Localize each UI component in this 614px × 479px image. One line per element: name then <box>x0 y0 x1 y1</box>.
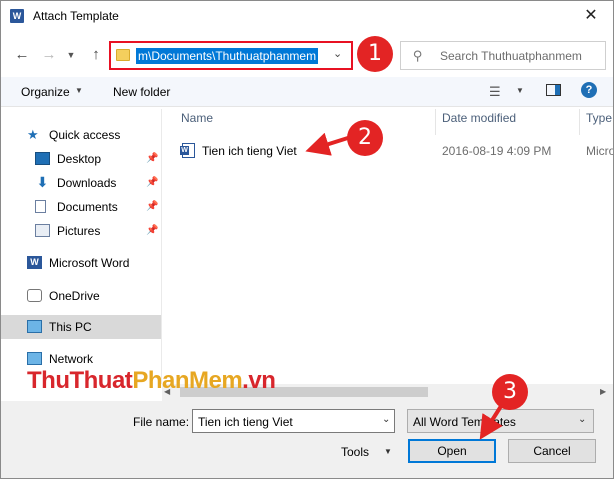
search-placeholder[interactable]: Search Thuthuatphanmem <box>440 49 582 63</box>
column-header-type[interactable]: Type <box>586 111 612 133</box>
open-button[interactable]: Open <box>408 439 496 463</box>
address-bar[interactable]: m\Documents\Thuthuatphanmem ⌄ <box>109 41 353 70</box>
watermark-part: PhanMem <box>132 367 243 394</box>
folder-icon <box>116 49 130 61</box>
watermark-part: ThuThuat <box>27 367 133 394</box>
file-type-filter[interactable]: All Word Templates ⌄ <box>407 409 594 433</box>
chevron-down-icon[interactable]: ⌄ <box>578 414 586 425</box>
help-icon[interactable]: ? <box>581 82 597 98</box>
nav-item-label: Downloads <box>57 176 117 190</box>
nav-item-downloads[interactable]: ⬇ Downloads 📌 <box>1 171 161 195</box>
back-button[interactable]: ← <box>11 43 33 67</box>
nav-item-microsoft-word[interactable]: W Microsoft Word <box>1 251 161 275</box>
pane-divider[interactable] <box>161 109 162 384</box>
new-folder-button[interactable]: New folder <box>113 85 170 99</box>
chevron-down-icon[interactable]: ⌄ <box>382 414 390 425</box>
column-divider[interactable] <box>435 109 436 135</box>
nav-item-label: Microsoft Word <box>49 256 130 270</box>
address-path[interactable]: m\Documents\Thuthuatphanmem <box>136 48 319 64</box>
star-icon: ★ <box>27 127 39 142</box>
step-badge-2: 2 <box>347 120 383 156</box>
onedrive-icon <box>27 289 42 302</box>
nav-item-label: Documents <box>57 200 118 214</box>
command-toolbar: Organize ▼ New folder ☰ ▼ ? <box>1 77 613 107</box>
nav-item-onedrive[interactable]: OneDrive <box>1 284 161 308</box>
file-type-filter-value: All Word Templates <box>413 415 516 429</box>
nav-item-label: Quick access <box>49 128 121 142</box>
file-name-value[interactable]: Tien ich tieng Viet <box>198 415 293 429</box>
pc-icon <box>27 320 42 333</box>
watermark-logo: ThuThuatPhanMem.vn <box>27 367 276 395</box>
word-template-file-icon <box>180 143 195 158</box>
search-box[interactable]: ⚲ Search Thuthuatphanmem <box>400 41 606 70</box>
title-bar: W Attach Template ✕ <box>1 1 613 31</box>
word-app-icon: W <box>10 9 24 23</box>
download-icon: ⬇ <box>36 174 49 190</box>
pictures-icon <box>35 224 50 237</box>
nav-item-this-pc[interactable]: This PC <box>1 315 161 339</box>
pin-icon: 📌 <box>146 201 159 212</box>
file-type: Micro <box>586 144 614 158</box>
window-title: Attach Template <box>33 9 119 23</box>
forward-button[interactable]: → <box>38 43 60 67</box>
file-name-label: File name: <box>133 415 190 429</box>
network-icon <box>27 352 42 365</box>
caret-down-icon[interactable]: ▼ <box>75 86 83 95</box>
pin-icon: 📌 <box>146 153 159 164</box>
up-button[interactable]: ↑ <box>85 43 107 67</box>
file-name: Tien ich tieng Viet <box>202 144 297 158</box>
watermark-part: .vn <box>242 367 276 394</box>
chevron-down-icon[interactable]: ⌄ <box>333 47 342 60</box>
preview-pane-icon[interactable] <box>546 84 561 96</box>
cancel-button[interactable]: Cancel <box>508 439 596 463</box>
column-header-name[interactable]: Name <box>181 111 213 133</box>
file-name-field[interactable]: Tien ich tieng Viet <box>192 409 395 433</box>
nav-item-label: Desktop <box>57 152 102 166</box>
pin-icon: 📌 <box>146 225 159 236</box>
column-divider[interactable] <box>579 109 580 135</box>
nav-item-quick-access[interactable]: ★ Quick access <box>1 123 161 147</box>
nav-item-label: Pictures <box>57 224 101 238</box>
nav-item-label: This PC <box>49 320 92 334</box>
close-button[interactable]: ✕ <box>579 5 603 27</box>
nav-item-pictures[interactable]: Pictures 📌 <box>1 219 161 243</box>
recent-locations-dropdown[interactable]: ▼ <box>64 43 78 67</box>
nav-item-desktop[interactable]: Desktop 📌 <box>1 147 161 171</box>
search-icon: ⚲ <box>413 48 423 63</box>
caret-down-icon[interactable]: ▼ <box>516 86 524 95</box>
view-options-icon[interactable]: ☰ <box>489 84 501 100</box>
organize-button[interactable]: Organize <box>21 85 70 99</box>
nav-item-documents[interactable]: Documents 📌 <box>1 195 161 219</box>
pin-icon: 📌 <box>146 177 159 188</box>
attach-template-dialog: W Attach Template ✕ ← → ▼ ↑ m\Documents\… <box>0 0 614 479</box>
column-header-date-modified[interactable]: Date modified <box>442 111 516 133</box>
scroll-right-icon[interactable]: ▶ <box>600 387 606 396</box>
tools-button[interactable]: Tools <box>341 445 369 459</box>
desktop-icon <box>35 152 50 165</box>
step-badge-3: 3 <box>492 374 528 410</box>
nav-item-label: OneDrive <box>49 289 100 303</box>
caret-down-icon[interactable]: ▼ <box>384 447 392 456</box>
file-date-modified: 2016-08-19 4:09 PM <box>442 144 552 158</box>
word-icon: W <box>27 256 42 269</box>
document-icon <box>35 200 46 213</box>
file-row[interactable]: Tien ich tieng Viet 2016-08-19 4:09 PM M… <box>176 139 613 161</box>
nav-item-label: Network <box>49 352 94 366</box>
navigation-pane: ★ Quick access Desktop 📌 ⬇ Downloads 📌 D… <box>1 109 161 384</box>
step-badge-1: 1 <box>357 36 393 72</box>
